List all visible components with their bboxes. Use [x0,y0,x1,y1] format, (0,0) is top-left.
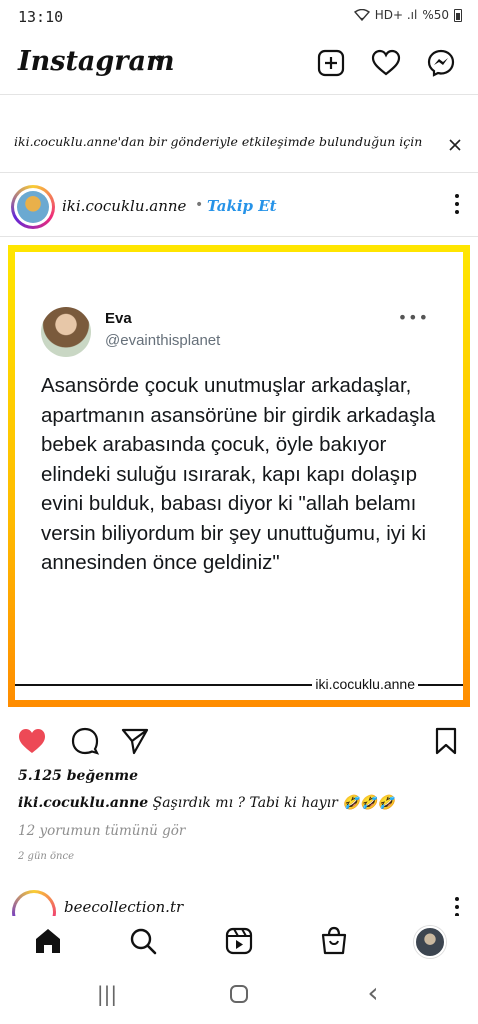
tweet-text: Asansörde çocuk unutmuşlar arkadaşlar, a… [41,374,436,574]
status-indicators: HD+ .ıl %50 [353,8,462,22]
tweet-author-handle: @evainthisplanet [105,332,221,349]
system-home-button[interactable] [224,982,254,1006]
close-icon[interactable] [448,138,462,152]
likes-count[interactable]: 5.125 beğenme [18,768,138,784]
profile-avatar[interactable] [414,926,446,958]
battery-icon [454,8,462,22]
caption-username[interactable]: iki.cocuklu.anne [18,795,148,811]
bottom-nav [0,916,478,968]
post-image[interactable]: Eva @evainthisplanet ••• Asansörde çocuk… [8,245,470,707]
tweet-more-icon: ••• [397,308,429,327]
more-options-icon[interactable] [454,896,460,916]
post-avatar[interactable] [11,185,55,229]
tweet-avatar [41,307,91,357]
suggestion-banner: iki.cocuklu.anne'dan bir gönderiyle etki… [14,134,462,164]
signal-indicator: HD+ .ıl [374,8,418,22]
comment-icon[interactable] [70,726,100,756]
watermark-label: iki.cocuklu.anne [312,676,418,692]
share-icon[interactable] [120,726,150,756]
next-post-username[interactable]: beecollection.tr [64,898,183,916]
shop-icon[interactable] [319,926,349,956]
view-all-comments-link[interactable]: 12 yorumun tümünü gör [18,823,185,839]
next-post-header: beecollection.tr [0,888,478,916]
post-username[interactable]: iki.cocuklu.anne [62,197,186,215]
tweet-author-name: Eva [105,310,132,327]
status-bar: 13:10 HD+ .ıl %50 [0,0,478,36]
post-actions [0,722,478,762]
recent-apps-button[interactable]: ||| [92,982,122,1006]
messenger-icon[interactable] [426,48,456,78]
plus-square-icon[interactable] [316,48,346,78]
tweet-card: Eva @evainthisplanet ••• Asansörde çocuk… [15,252,463,700]
heart-icon[interactable] [371,48,401,78]
system-back-button[interactable]: ‹ [358,976,388,1009]
caption-text: Şaşırdık mı ? Tabi ki hayır 🤣🤣🤣 [148,795,395,811]
app-header: Instagram [0,40,478,90]
separator-dot: • [195,197,204,213]
post-header: iki.cocuklu.anne • Takip Et [0,183,478,233]
status-time: 13:10 [18,8,64,26]
home-icon[interactable] [33,926,63,956]
post-header-divider [0,236,478,237]
like-heart-icon[interactable] [17,726,47,756]
chevron-down-icon[interactable] [152,54,166,64]
follow-button[interactable]: Takip Et [207,197,277,215]
bookmark-icon[interactable] [431,726,461,756]
battery-percent: %50 [422,8,449,22]
header-divider [0,94,478,95]
reels-icon[interactable] [224,926,254,956]
wifi-icon [353,9,370,21]
suggestion-text: iki.cocuklu.anne'dan bir gönderiyle etki… [14,134,423,149]
post-timestamp: 2 gün önce [18,851,74,862]
next-post-avatar[interactable] [12,890,56,916]
system-nav-bar: ||| ‹ [0,968,478,1024]
search-icon[interactable] [128,926,158,956]
more-options-icon[interactable] [454,193,460,215]
post-caption: iki.cocuklu.anne Şaşırdık mı ? Tabi ki h… [18,795,468,811]
suggestion-divider [0,172,478,173]
